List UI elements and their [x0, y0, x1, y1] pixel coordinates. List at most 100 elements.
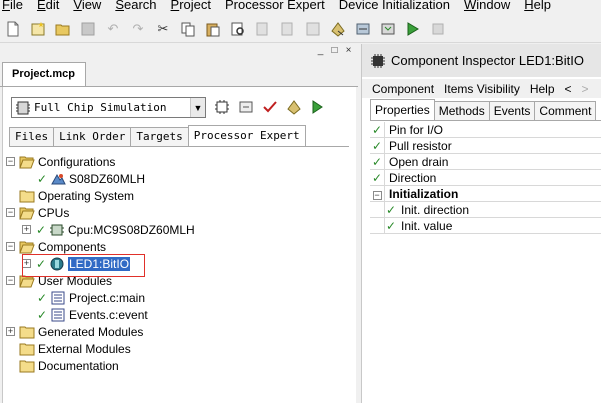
- tree-node-module-main[interactable]: ✓ Project.c:main: [3, 289, 357, 306]
- tree-label: Cpu:MC9S08DZ60MLH: [68, 222, 195, 237]
- inspector-tabs: Properties Methods Events Comment: [370, 99, 597, 120]
- tree-node-documentation[interactable]: Documentation: [3, 357, 357, 374]
- cut-icon[interactable]: ✂: [154, 20, 172, 38]
- copy-icon[interactable]: [179, 20, 197, 38]
- paste-icon[interactable]: [204, 20, 222, 38]
- make-project-icon[interactable]: [285, 98, 303, 116]
- property-row[interactable]: ✓ Init. direction: [370, 201, 601, 218]
- property-row[interactable]: ✓ Init. value: [370, 217, 601, 234]
- tab-comment[interactable]: Comment: [534, 101, 597, 120]
- sync-icon[interactable]: [237, 98, 255, 116]
- property-row[interactable]: ✓ Pin for I/O: [370, 121, 601, 138]
- property-label: Init. direction: [401, 202, 470, 217]
- make-icon[interactable]: [354, 20, 372, 38]
- find-next-icon[interactable]: [254, 20, 272, 38]
- chevron-down-icon[interactable]: ▼: [190, 98, 205, 117]
- forward-arrow-icon[interactable]: >: [582, 82, 589, 96]
- menu-search[interactable]: Search: [115, 0, 156, 12]
- tab-processor-expert[interactable]: Processor Expert: [187, 125, 306, 146]
- menu-view[interactable]: View: [73, 0, 101, 12]
- property-label: Open drain: [389, 154, 449, 169]
- check-icon: ✓: [36, 290, 48, 305]
- inspector-chip-icon: [370, 53, 386, 69]
- menu-edit[interactable]: Edit: [37, 0, 59, 12]
- new-project-icon[interactable]: [29, 20, 47, 38]
- tree-node-operating-system[interactable]: Operating System: [3, 187, 357, 204]
- divider: [370, 120, 601, 121]
- tab-methods[interactable]: Methods: [433, 101, 490, 120]
- property-label: Init. value: [401, 218, 453, 233]
- folder-icon: [19, 325, 35, 339]
- menu-file[interactable]: File: [2, 0, 23, 12]
- tree-node-cpu-item[interactable]: + ✓ Cpu:MC9S08DZ60MLH: [3, 221, 357, 238]
- target-select[interactable]: Full Chip Simulation ▼: [11, 97, 206, 118]
- property-row[interactable]: ✓ Open drain: [370, 153, 601, 170]
- tree-node-components[interactable]: − Components: [3, 238, 357, 255]
- tree-indent: [370, 217, 385, 234]
- property-group-row[interactable]: − Initialization: [370, 185, 601, 202]
- tree-node-external-modules[interactable]: External Modules: [3, 340, 357, 357]
- restore-icon[interactable]: □: [329, 45, 340, 56]
- open-folder-icon[interactable]: [54, 20, 72, 38]
- replace-icon[interactable]: [279, 20, 297, 38]
- inspector-menu: Component Items Visibility Help < >: [362, 79, 601, 98]
- back-arrow-icon[interactable]: <: [565, 82, 572, 96]
- tab-link-order[interactable]: Link Order: [53, 127, 132, 146]
- save-icon[interactable]: [79, 20, 97, 38]
- property-row[interactable]: ✓ Pull resistor: [370, 137, 601, 154]
- property-label: Direction: [389, 170, 437, 185]
- settings-chip-icon[interactable]: [213, 98, 231, 116]
- component-inspector: Component Inspector LED1:BitIO Component…: [361, 44, 601, 403]
- menu-help[interactable]: Help: [524, 0, 551, 12]
- project-toolbar: [213, 98, 327, 116]
- collapse-icon[interactable]: −: [6, 208, 15, 217]
- check-syntax-icon[interactable]: [261, 98, 279, 116]
- tree-label: CPUs: [38, 205, 70, 220]
- tree-label: Project.c:main: [69, 290, 146, 305]
- menu-bar: File Edit View Search Project Processor Exper…: [0, 0, 601, 13]
- minimize-icon[interactable]: _: [315, 45, 326, 56]
- tree-node-configurations[interactable]: − Configurations: [3, 153, 357, 170]
- target-icon[interactable]: [379, 20, 397, 38]
- compile-icon[interactable]: [304, 20, 322, 38]
- menu-device-initialization[interactable]: Device Initialization: [339, 0, 450, 12]
- find-icon[interactable]: [229, 20, 247, 38]
- generate-code-icon[interactable]: [329, 20, 347, 38]
- expand-icon[interactable]: +: [22, 225, 31, 234]
- tree-node-generated-modules[interactable]: + Generated Modules: [3, 323, 357, 340]
- collapse-icon[interactable]: −: [370, 185, 385, 202]
- tree-label: External Modules: [38, 341, 131, 356]
- check-icon: ✓: [370, 169, 385, 186]
- menu-processor-expert[interactable]: Processor Expert: [225, 0, 325, 12]
- menu-component[interactable]: Component: [372, 82, 434, 96]
- expand-icon[interactable]: +: [6, 327, 15, 336]
- redo-icon[interactable]: ↷: [129, 20, 147, 38]
- menu-help[interactable]: Help: [530, 82, 555, 96]
- tab-properties[interactable]: Properties: [370, 99, 435, 120]
- menu-items-visibility[interactable]: Items Visibility: [444, 82, 520, 96]
- tab-events[interactable]: Events: [488, 101, 536, 120]
- inspector-title: Component Inspector LED1:BitIO: [391, 53, 584, 68]
- menu-project[interactable]: Project: [171, 0, 211, 12]
- undo-icon[interactable]: ↶: [104, 20, 122, 38]
- collapse-icon[interactable]: −: [6, 276, 15, 285]
- debug-icon[interactable]: [404, 20, 422, 38]
- debug-project-icon[interactable]: [309, 98, 327, 116]
- tree-node-module-event[interactable]: ✓ Events.c:event: [3, 306, 357, 323]
- close-icon[interactable]: ×: [343, 45, 354, 56]
- collapse-icon[interactable]: −: [6, 157, 15, 166]
- module-file-icon: [50, 308, 66, 322]
- menu-window[interactable]: Window: [464, 0, 510, 12]
- check-icon: ✓: [370, 153, 385, 170]
- tab-targets[interactable]: Targets: [130, 127, 189, 146]
- tree-node-config-item[interactable]: ✓ S08DZ60MLH: [3, 170, 357, 187]
- tree-label: Operating System: [38, 188, 135, 203]
- tree-node-cpus[interactable]: − CPUs: [3, 204, 357, 221]
- project-doc-tab[interactable]: Project.mcp: [2, 62, 86, 86]
- collapse-icon[interactable]: −: [6, 242, 15, 251]
- property-row[interactable]: ✓ Direction: [370, 169, 601, 186]
- new-file-icon[interactable]: [4, 20, 22, 38]
- tree-label: Configurations: [38, 154, 116, 169]
- run-icon[interactable]: [429, 20, 447, 38]
- tab-files[interactable]: Files: [9, 127, 55, 146]
